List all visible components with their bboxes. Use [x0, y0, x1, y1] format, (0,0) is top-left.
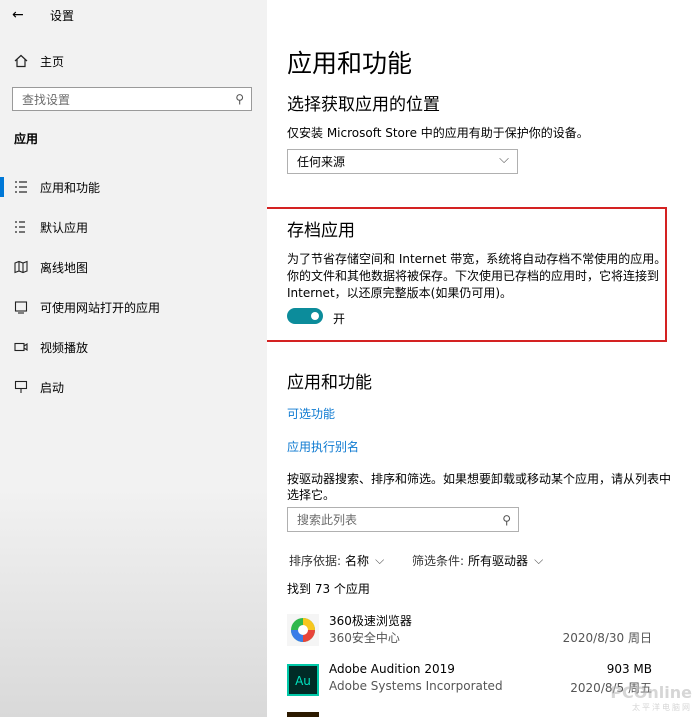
- dropdown-value: 任何来源: [297, 155, 346, 169]
- filter-label: 筛选条件:: [412, 554, 465, 568]
- watermark-brand: PCOnline: [610, 683, 692, 702]
- sort-dropdown[interactable]: 排序依据: 名称 ⌵: [289, 552, 384, 569]
- optional-features-link[interactable]: 可选功能: [287, 405, 335, 422]
- sidebar-item-label: 视频播放: [40, 340, 89, 355]
- app-source-dropdown[interactable]: 任何来源 ⌵: [287, 149, 518, 174]
- selected-indicator: [0, 177, 4, 197]
- archive-apps-toggle[interactable]: [287, 308, 323, 324]
- offline-maps-icon: [14, 260, 28, 274]
- apps-description-line2: 选择它。: [287, 488, 336, 502]
- app-icon-partial: [287, 712, 319, 717]
- app-name: 360极速浏览器: [329, 614, 412, 628]
- title-bar: ← 设置: [12, 6, 74, 24]
- app-list-item[interactable]: 360极速浏览器 360安全中心 2020/8/30 周日: [287, 612, 682, 652]
- sidebar-item-offline-maps[interactable]: 离线地图: [14, 257, 88, 277]
- chevron-down-icon: ⌵: [534, 553, 544, 567]
- startup-icon: [14, 380, 28, 393]
- app-size: 903 MB: [606, 662, 652, 676]
- settings-search-input[interactable]: 查找设置 ⚲: [12, 87, 252, 111]
- choose-location-heading: 选择获取应用的位置: [287, 95, 440, 115]
- app-publisher: Adobe Systems Incorporated: [329, 679, 503, 693]
- app-publisher: 360安全中心: [329, 631, 400, 645]
- back-arrow-icon[interactable]: ←: [12, 6, 28, 24]
- sort-label: 排序依据:: [289, 554, 342, 568]
- sidebar-item-label: 应用和功能: [40, 180, 101, 195]
- sidebar-item-apps-features[interactable]: 应用和功能: [14, 177, 100, 197]
- chevron-down-icon: ⌵: [499, 152, 509, 167]
- section-title: 应用: [14, 132, 39, 146]
- sidebar-item-label: 启动: [40, 380, 65, 395]
- svg-text:Au: Au: [295, 674, 311, 688]
- page-title: 应用和功能: [287, 49, 413, 78]
- apps-for-websites-icon: [14, 301, 28, 314]
- app-execution-alias-link[interactable]: 应用执行别名: [287, 438, 359, 455]
- toggle-state-label: 开: [333, 312, 346, 326]
- choose-location-description: 仅安装 Microsoft Store 中的应用有助于保护你的设备。: [287, 126, 589, 140]
- filter-dropdown[interactable]: 筛选条件: 所有驱动器 ⌵: [412, 552, 543, 569]
- app-list-search-input[interactable]: 搜索此列表 ⚲: [287, 507, 519, 532]
- adobe-audition-icon: Au: [287, 664, 319, 696]
- main-content: 应用和功能 选择获取应用的位置 仅安装 Microsoft Store 中的应用…: [267, 0, 700, 717]
- app-name: Adobe Audition 2019: [329, 662, 455, 676]
- sidebar-item-apps-for-websites[interactable]: 可使用网站打开的应用: [14, 297, 160, 317]
- filter-value: 所有驱动器: [468, 554, 529, 568]
- default-apps-icon: [15, 221, 25, 233]
- search-placeholder: 查找设置: [22, 92, 71, 107]
- 360-browser-icon: [287, 614, 319, 646]
- search-placeholder: 搜索此列表: [297, 513, 358, 527]
- archive-description-line1: 为了节省存储空间和 Internet 带宽，系统将自动存档不常使用的应用。: [287, 252, 667, 266]
- sidebar-item-video-playback[interactable]: 视频播放: [14, 337, 88, 357]
- app-install-date: 2020/8/30 周日: [562, 631, 652, 645]
- app-count: 找到 73 个应用: [287, 582, 370, 596]
- sidebar-item-home[interactable]: 主页: [14, 51, 64, 71]
- apps-list-icon: [15, 181, 27, 193]
- archive-heading: 存档应用: [287, 221, 355, 241]
- apps-features-heading: 应用和功能: [287, 373, 372, 393]
- chevron-down-icon: ⌵: [375, 553, 385, 567]
- sidebar-item-label: 主页: [40, 54, 65, 69]
- toggle-knob: [311, 312, 319, 320]
- window-title: 设置: [50, 8, 75, 23]
- apps-description-line1: 按驱动器搜索、排序和筛选。如果想要卸载或移动某个应用，请从列表中: [287, 472, 672, 486]
- video-playback-icon: [14, 342, 28, 352]
- archive-description-line2: 你的文件和其他数据将被保存。下次使用已存档的应用时，它将连接到: [287, 269, 660, 283]
- watermark: PCOnline 太平洋电脑网: [610, 683, 692, 713]
- search-icon: ⚲: [235, 92, 244, 106]
- sidebar: ← 设置 主页 查找设置 ⚲ 应用 应用和功能 默认应用 离线地图 可使用网站打…: [0, 0, 267, 717]
- home-icon: [14, 54, 28, 68]
- sort-value: 名称: [345, 554, 370, 568]
- sidebar-item-label: 可使用网站打开的应用: [40, 300, 161, 315]
- sidebar-item-startup[interactable]: 启动: [14, 377, 64, 397]
- sidebar-item-label: 默认应用: [40, 220, 89, 235]
- watermark-sub: 太平洋电脑网: [632, 703, 692, 712]
- sidebar-item-default-apps[interactable]: 默认应用: [14, 217, 88, 237]
- sidebar-item-label: 离线地图: [40, 260, 89, 275]
- search-icon: ⚲: [502, 513, 511, 527]
- archive-description-line3: Internet，以还原完整版本(如果仍可用)。: [287, 286, 513, 300]
